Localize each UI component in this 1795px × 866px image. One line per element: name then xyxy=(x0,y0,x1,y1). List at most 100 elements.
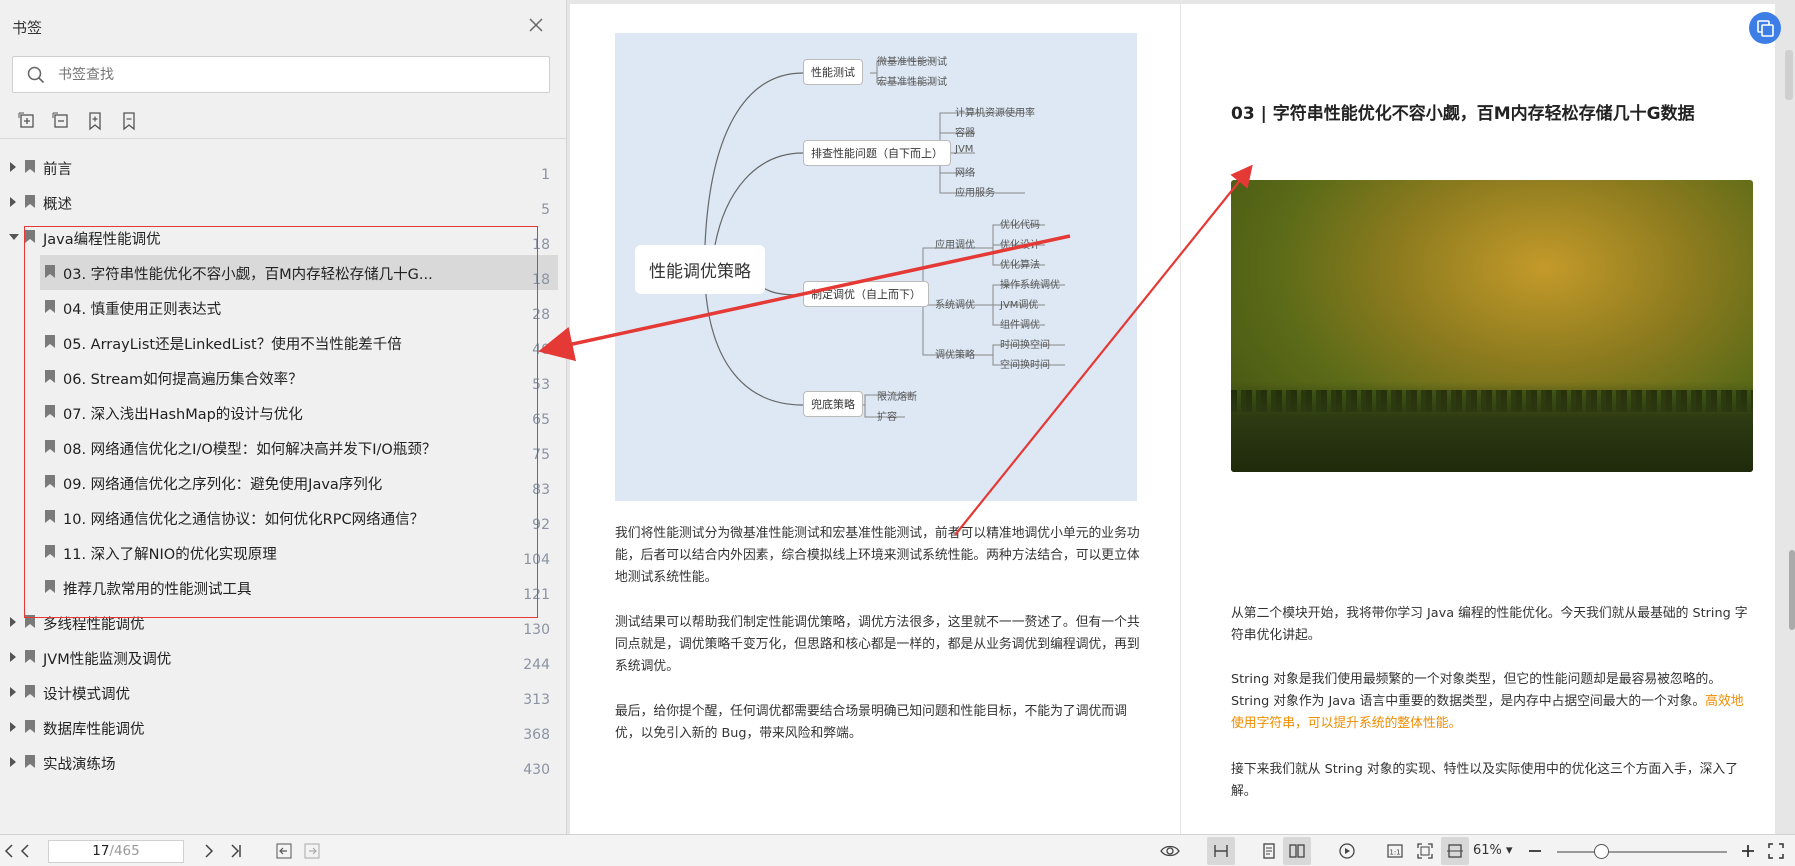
paragraph: 我们将性能测试分为微基准性能测试和宏基准性能测试，前者可以精准地调优小单元的业务… xyxy=(615,526,1140,585)
single-page-view-icon[interactable] xyxy=(1213,843,1229,859)
document-viewer[interactable]: 性能调优策略 性能测试 微基准性能测试 宏基准性能测试 排查性能问题（自下而上）… xyxy=(567,0,1795,834)
actual-size-icon[interactable]: 1:1 xyxy=(1387,843,1403,859)
toc-chapter[interactable]: 数据库性能调优 368 xyxy=(0,710,566,745)
toc-chapter[interactable]: 实战演练场 430 xyxy=(0,745,566,780)
toc-page-number: 313 xyxy=(523,692,550,708)
first-page-icon[interactable] xyxy=(2,843,18,859)
toc-section[interactable]: 04. 慎重使用正则表达式 28 xyxy=(0,290,566,325)
mindmap-leaf: 优化算法 xyxy=(1000,260,1040,271)
last-page-icon[interactable] xyxy=(228,843,244,859)
bottom-toolbar: 17/465 1:1 61% ▾ xyxy=(0,834,1795,866)
add-bookmark-icon[interactable] xyxy=(84,110,106,132)
zoom-out-icon[interactable] xyxy=(1527,843,1543,859)
toc-page-number: 368 xyxy=(523,727,550,743)
expand-arrow-right-icon[interactable] xyxy=(10,757,16,767)
toc-label: 概述 xyxy=(43,197,72,213)
bookmark-icon xyxy=(25,685,35,698)
toc-section[interactable]: 05. ArrayList还是LinkedList？使用不当性能差千倍 40 xyxy=(0,325,566,360)
toc-section[interactable]: 03. 字符串性能优化不容小觑，百M内存轻松存储几十G... 18 xyxy=(0,255,566,290)
bookmark-icon xyxy=(45,580,55,593)
toc-label: 06. Stream如何提高遍历集合效率？ xyxy=(63,372,303,388)
expand-arrow-right-icon[interactable] xyxy=(10,617,16,627)
two-page-view-icon[interactable] xyxy=(1289,843,1305,859)
toc-section[interactable]: 10. 网络通信优化之通信协议：如何优化RPC网络通信？ 92 xyxy=(0,500,566,535)
mindmap-mid: 系统调优 xyxy=(935,300,975,311)
expand-arrow-down-icon[interactable] xyxy=(9,234,19,240)
remove-bookmark-icon[interactable] xyxy=(118,110,140,132)
toc-label: 04. 慎重使用正则表达式 xyxy=(63,302,222,318)
expand-arrow-right-icon[interactable] xyxy=(10,197,16,207)
toc-chapter[interactable]: Java编程性能调优 18 xyxy=(0,220,566,255)
mindmap-leaf: 空间换时间 xyxy=(1000,360,1050,371)
divider xyxy=(0,138,566,139)
continuous-view-icon[interactable] xyxy=(1261,843,1277,859)
chapter-title: 03 | 字符串性能优化不容小觑，百M内存轻松存储几十G数据 xyxy=(1231,104,1695,124)
mindmap-leaf: 限流熔断 xyxy=(877,392,917,403)
play-icon[interactable] xyxy=(1339,843,1355,859)
mindmap-leaf: 宏基准性能测试 xyxy=(877,77,947,88)
toc-chapter[interactable]: 多线程性能调优 130 xyxy=(0,605,566,640)
bookmark-icon xyxy=(45,440,55,453)
fit-width-icon[interactable] xyxy=(1447,843,1463,859)
search-icon xyxy=(27,66,45,84)
bookmark-icon xyxy=(25,720,35,733)
toc-label: 09. 网络通信优化之序列化：避免使用Java序列化 xyxy=(63,477,383,493)
toc-page-number: 18 xyxy=(532,272,550,288)
expand-arrow-right-icon[interactable] xyxy=(10,687,16,697)
expand-arrow-right-icon[interactable] xyxy=(10,162,16,172)
mindmap-leaf: 优化代码 xyxy=(1000,220,1040,231)
mindmap-node: 制定调优（自上而下） xyxy=(803,281,929,307)
zoom-slider-track[interactable] xyxy=(1557,851,1727,853)
forward-icon[interactable] xyxy=(304,843,320,859)
mindmap-node: 性能测试 xyxy=(803,59,863,85)
mindmap-figure: 性能调优策略 性能测试 微基准性能测试 宏基准性能测试 排查性能问题（自下而上）… xyxy=(615,33,1137,501)
scrollbar-top[interactable] xyxy=(1785,50,1793,100)
toc-section[interactable]: 推荐几款常用的性能测试工具 121 xyxy=(0,570,566,605)
fullscreen-icon[interactable] xyxy=(1768,843,1784,859)
bookmark-icon xyxy=(25,755,35,768)
toc-page-number: 65 xyxy=(532,412,550,428)
eye-icon[interactable] xyxy=(1160,843,1180,859)
bookmark-icon xyxy=(25,195,35,208)
page-number-input[interactable]: 17/465 xyxy=(48,840,184,863)
sidebar-title: 书签 xyxy=(12,19,43,37)
paragraph: 测试结果可以帮助我们制定性能调优策略，调优方法很多，这里就不一一赘述了。但有一个… xyxy=(615,615,1140,674)
toc-chapter[interactable]: JVM性能监测及调优 244 xyxy=(0,640,566,675)
next-page-icon[interactable] xyxy=(200,843,216,859)
back-icon[interactable] xyxy=(276,843,292,859)
expand-arrow-right-icon[interactable] xyxy=(10,722,16,732)
expand-all-icon[interactable] xyxy=(16,110,38,132)
zoom-level[interactable]: 61% ▾ xyxy=(1473,843,1513,858)
close-icon[interactable] xyxy=(525,14,547,36)
mindmap-root: 性能调优策略 xyxy=(635,245,765,294)
collapse-all-icon[interactable] xyxy=(50,110,72,132)
toc-label: 05. ArrayList还是LinkedList？使用不当性能差千倍 xyxy=(63,337,402,353)
toc-section[interactable]: 08. 网络通信优化之I/O模型：如何解决高并发下I/O瓶颈？ 75 xyxy=(0,430,566,465)
toc-section[interactable]: 06. Stream如何提高遍历集合效率？ 53 xyxy=(0,360,566,395)
toc-section[interactable]: 09. 网络通信优化之序列化：避免使用Java序列化 83 xyxy=(0,465,566,500)
toc-label: 03. 字符串性能优化不容小觑，百M内存轻松存储几十G... xyxy=(63,267,433,283)
bookmark-icon xyxy=(45,510,55,523)
toc-section[interactable]: 07. 深入浅出HashMap的设计与优化 65 xyxy=(0,395,566,430)
zoom-in-icon[interactable] xyxy=(1740,843,1756,859)
toc-section[interactable]: 11. 深入了解NIO的优化实现原理 104 xyxy=(0,535,566,570)
floating-tool-button[interactable] xyxy=(1749,12,1781,44)
bookmark-tree: 前言 1 概述 5 Java编程性能调优 18 03. 字符串性能优化不容小觑，百M内存轻松… xyxy=(0,150,566,780)
bookmark-icon xyxy=(25,230,35,243)
bookmark-search-box[interactable] xyxy=(12,56,550,93)
toc-chapter[interactable]: 概述 5 xyxy=(0,185,566,220)
toc-label: 数据库性能调优 xyxy=(43,722,145,738)
toc-chapter[interactable]: 前言 1 xyxy=(0,150,566,185)
paragraph-text: String 对象是我们使用最频繁的一个对象类型，但它的性能问题却是最容易被忽略… xyxy=(1231,672,1722,709)
zoom-slider-thumb[interactable] xyxy=(1594,844,1610,859)
toc-chapter[interactable]: 设计模式调优 313 xyxy=(0,675,566,710)
paragraph: 从第二个模块开始，我将带你学习 Java 编程的性能优化。今天我们就从最基础的 … xyxy=(1231,606,1748,643)
mindmap-leaf: 优化设计 xyxy=(1000,240,1040,251)
scrollbar-thumb[interactable] xyxy=(1789,550,1795,630)
toc-label: Java编程性能调优 xyxy=(43,232,161,248)
bookmark-sidebar: 书签 前言1概述5Java编程性能调优1803. 字符串性能优化不容小觑，百M内… xyxy=(0,0,567,834)
expand-arrow-right-icon[interactable] xyxy=(10,652,16,662)
prev-page-icon[interactable] xyxy=(18,843,34,859)
fit-page-icon[interactable] xyxy=(1417,843,1433,859)
bookmark-search-input[interactable] xyxy=(58,63,528,87)
